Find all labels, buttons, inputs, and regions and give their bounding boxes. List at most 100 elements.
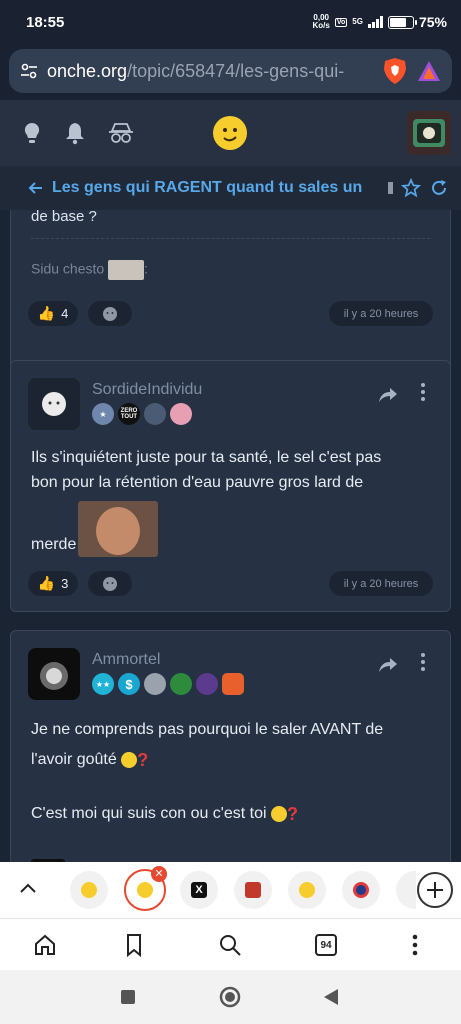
brave-rewards-icon[interactable] bbox=[416, 59, 442, 83]
smiley-favicon-icon bbox=[137, 882, 153, 898]
back-arrow-icon[interactable] bbox=[28, 180, 44, 196]
share-icon[interactable] bbox=[378, 656, 398, 674]
search-button[interactable] bbox=[217, 932, 243, 958]
author-badges: ★★ $ bbox=[92, 673, 244, 695]
site-settings-icon[interactable] bbox=[19, 61, 39, 81]
post-text: Je ne comprends pas pourquoi le saler AV… bbox=[31, 721, 384, 824]
clock: 18:55 bbox=[26, 13, 65, 31]
home-icon bbox=[35, 934, 55, 955]
smiley-reaction-icon bbox=[103, 576, 117, 591]
tab-news[interactable] bbox=[342, 871, 380, 909]
x-logo-icon: X bbox=[191, 882, 207, 898]
post-text: Ils s'inquiétent juste pour ta santé, le… bbox=[31, 445, 430, 557]
add-reaction-button[interactable] bbox=[88, 301, 132, 326]
wizard-badge-icon bbox=[196, 673, 218, 695]
address-bar[interactable]: onche.org/topic/658474/les-gens-qui- bbox=[9, 49, 452, 93]
signal-icon bbox=[367, 16, 383, 28]
character-badge-icon bbox=[144, 403, 166, 425]
post-signature: Sidu chesto : bbox=[31, 260, 148, 280]
tab-onche-smiley[interactable] bbox=[288, 871, 326, 909]
battery-percent: 75% bbox=[418, 14, 447, 30]
tab-switcher-button[interactable]: 94 bbox=[313, 932, 339, 958]
post-card: SordideIndividu ★ ZERO TOUT Ils s'inquiét… bbox=[10, 360, 451, 612]
more-vertical-icon bbox=[412, 934, 418, 956]
author-avatar[interactable] bbox=[28, 378, 80, 430]
signature-divider bbox=[31, 238, 430, 239]
share-icon[interactable] bbox=[378, 386, 398, 404]
author-name[interactable]: SordideIndividu bbox=[92, 381, 202, 399]
post-actions: 👍 3 bbox=[28, 571, 132, 596]
poster-badge-icon bbox=[222, 673, 244, 695]
sticker-image bbox=[78, 501, 159, 557]
smiley-favicon-icon bbox=[299, 882, 315, 898]
tab-x[interactable]: X bbox=[180, 871, 218, 909]
title-overflow-indicator bbox=[388, 182, 393, 194]
star-icon[interactable] bbox=[401, 178, 421, 198]
bell-icon[interactable] bbox=[64, 121, 86, 145]
christmas-badge-icon bbox=[170, 673, 192, 695]
browser-bottom-nav: 94 bbox=[0, 918, 461, 970]
post-time[interactable]: il y a 20 heures bbox=[329, 301, 433, 326]
new-tab-button[interactable] bbox=[417, 872, 453, 908]
post-actions: 👍 4 bbox=[28, 301, 132, 326]
add-reaction-button[interactable] bbox=[88, 571, 132, 596]
author-name[interactable]: Ammortel bbox=[92, 651, 160, 669]
author-avatar[interactable] bbox=[28, 648, 80, 700]
brave-shields-icon[interactable] bbox=[382, 57, 408, 85]
browser-toolbar: onche.org/topic/658474/les-gens-qui- bbox=[0, 44, 461, 100]
url-text[interactable]: onche.org/topic/658474/les-gens-qui- bbox=[47, 61, 374, 82]
bookmark-icon bbox=[127, 934, 141, 957]
more-options-icon[interactable] bbox=[421, 383, 425, 401]
bookmarks-button[interactable] bbox=[121, 932, 147, 958]
thumbs-up-icon: 👍 bbox=[37, 575, 56, 591]
app-favicon-icon bbox=[245, 882, 261, 898]
menu-button[interactable] bbox=[402, 932, 428, 958]
star-badge-icon: ★ bbox=[92, 403, 114, 425]
post-time[interactable]: il y a 20 heures bbox=[329, 571, 433, 596]
tab-onche-smiley[interactable] bbox=[70, 871, 108, 909]
post-card: Ammortel ★★ $ Je ne comprends pas pourqu… bbox=[10, 630, 451, 862]
zero-tout-badge: ZERO TOUT bbox=[118, 403, 140, 425]
two-star-badge-icon: ★★ bbox=[92, 673, 114, 695]
dollar-badge-icon: $ bbox=[118, 673, 140, 695]
post-text: de base ? bbox=[31, 210, 97, 225]
tab-partial[interactable] bbox=[396, 871, 416, 909]
recents-icon[interactable] bbox=[120, 989, 136, 1005]
like-button[interactable]: 👍 3 bbox=[28, 571, 78, 596]
thinking-smiley-sticker bbox=[271, 805, 287, 822]
topic-title[interactable]: Les gens qui RAGENT quand tu sales un bbox=[52, 179, 380, 197]
question-mark-sticker: ? bbox=[137, 750, 149, 770]
anime-badge-icon bbox=[170, 403, 192, 425]
network-type: 5G bbox=[352, 17, 363, 26]
back-triangle-icon[interactable] bbox=[322, 988, 340, 1006]
system-navigation-bar bbox=[0, 970, 461, 1024]
home-button[interactable] bbox=[32, 932, 58, 958]
lightbulb-icon[interactable] bbox=[22, 121, 42, 145]
site-header bbox=[0, 100, 461, 166]
close-tab-icon[interactable]: ✕ bbox=[151, 866, 167, 882]
smiley-reaction-icon bbox=[103, 306, 117, 321]
topic-bar: Les gens qui RAGENT quand tu sales un bbox=[0, 166, 461, 210]
battery-icon bbox=[387, 15, 417, 29]
status-bar: 18:55 0,00 Ko/s Vo 5G 75% bbox=[0, 0, 461, 44]
network-speed: 0,00 Ko/s bbox=[312, 13, 330, 30]
search-icon bbox=[220, 935, 241, 956]
smiley-favicon-icon bbox=[81, 882, 97, 898]
question-mark-sticker: ? bbox=[287, 804, 298, 824]
tab-app[interactable] bbox=[234, 871, 272, 909]
thinking-smiley-sticker bbox=[121, 751, 138, 768]
author-badges: ★ ZERO TOUT bbox=[92, 403, 192, 425]
refresh-icon[interactable] bbox=[429, 178, 449, 198]
chevron-up-icon[interactable] bbox=[18, 880, 38, 896]
incognito-icon[interactable] bbox=[108, 122, 134, 144]
site-logo-smiley-icon[interactable] bbox=[213, 116, 247, 150]
posts-list[interactable]: de base ? Sidu chesto : 👍 4 il y a 20 he… bbox=[0, 210, 461, 862]
signature-image bbox=[108, 260, 145, 280]
home-circle-icon[interactable] bbox=[219, 986, 241, 1008]
user-avatar[interactable] bbox=[407, 111, 451, 155]
more-options-icon[interactable] bbox=[421, 653, 425, 671]
like-button[interactable]: 👍 4 bbox=[28, 301, 78, 326]
volte-icon: Vo bbox=[334, 17, 348, 27]
character-badge-icon bbox=[144, 673, 166, 695]
thumbs-up-icon: 👍 bbox=[37, 305, 56, 321]
